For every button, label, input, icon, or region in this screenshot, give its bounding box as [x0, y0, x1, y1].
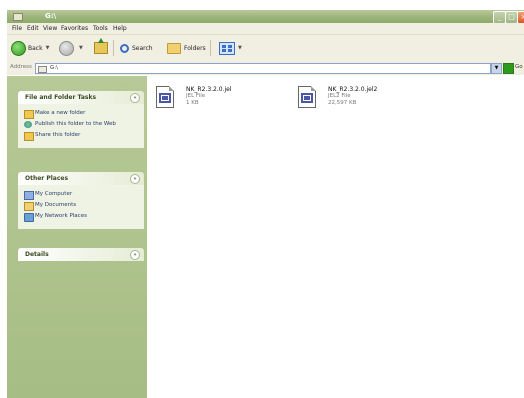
- title-bar: G:\ _ □ ×: [7, 10, 524, 24]
- file-type: JEL File: [186, 93, 206, 99]
- panel-header[interactable]: Details »: [18, 248, 144, 261]
- collapse-chevron-icon[interactable]: «: [130, 93, 140, 103]
- back-button[interactable]: Back ▼: [11, 40, 50, 56]
- go-button[interactable]: Go: [515, 64, 523, 70]
- back-arrow-icon: [11, 40, 26, 56]
- panel-header[interactable]: Other Places «: [18, 172, 144, 185]
- toolbar: Back ▼ ▼ Search Folders ▼: [7, 34, 524, 61]
- up-folder-icon: [94, 38, 108, 54]
- chevron-down-icon[interactable]: ▼: [79, 45, 83, 51]
- search-button[interactable]: Search: [120, 41, 153, 55]
- drive-icon: [38, 66, 47, 73]
- folders-label: Folders: [184, 44, 206, 52]
- place-label: My Network Places: [35, 213, 87, 219]
- views-icon: [219, 41, 235, 55]
- menu-file[interactable]: File: [12, 25, 22, 32]
- go-arrow-icon[interactable]: [503, 63, 514, 74]
- my-documents-link[interactable]: My Documents: [18, 202, 144, 211]
- make-new-folder-link[interactable]: Make a new folder: [18, 110, 144, 119]
- expand-chevron-icon[interactable]: »: [130, 250, 140, 260]
- task-pane: File and Folder Tasks « Make a new folde…: [7, 76, 147, 398]
- menu-help[interactable]: Help: [113, 25, 127, 32]
- task-label: Make a new folder: [35, 110, 86, 116]
- place-label: My Computer: [35, 191, 73, 197]
- search-icon: [120, 43, 129, 53]
- file-folder-tasks-panel: File and Folder Tasks « Make a new folde…: [18, 91, 144, 148]
- address-dropdown-button[interactable]: ▼: [491, 63, 502, 74]
- place-label: My Documents: [35, 202, 77, 208]
- file-size: 22,597 KB: [328, 100, 357, 106]
- up-button[interactable]: [94, 38, 108, 55]
- details-panel: Details »: [18, 248, 144, 261]
- file-size: 1 KB: [186, 100, 199, 106]
- panel-header[interactable]: File and Folder Tasks «: [18, 91, 144, 104]
- menu-edit[interactable]: Edit: [27, 25, 39, 32]
- file-name: NK_R2.3.2.0.jel2: [328, 86, 378, 93]
- views-button[interactable]: ▼: [219, 41, 242, 55]
- globe-icon: [24, 121, 32, 128]
- menu-favorites[interactable]: Favorites: [61, 25, 88, 32]
- window-icon: [13, 13, 23, 21]
- address-bar: Address G:\ ▼ Go: [7, 60, 524, 75]
- window-title: G:\: [45, 12, 57, 20]
- toolbar-separator: [113, 40, 114, 56]
- chevron-down-icon[interactable]: ▼: [46, 45, 50, 51]
- toolbar-separator: [210, 40, 211, 56]
- computer-icon: [24, 191, 34, 200]
- new-folder-icon: [24, 110, 34, 119]
- share-folder-icon: [24, 132, 34, 141]
- file-icon: [298, 86, 316, 108]
- file-name: NK_R2.3.2.0.jel: [186, 86, 232, 93]
- address-value: G:\: [50, 65, 58, 71]
- menu-tools[interactable]: Tools: [93, 25, 108, 32]
- share-folder-link[interactable]: Share this folder: [18, 132, 144, 141]
- menu-view[interactable]: View: [43, 25, 57, 32]
- file-icon: [156, 86, 174, 108]
- task-label: Share this folder: [35, 132, 81, 138]
- other-places-panel: Other Places « My Computer My Documents …: [18, 172, 144, 229]
- forward-arrow-icon: [59, 40, 74, 56]
- address-label: Address: [10, 64, 32, 70]
- panel-title: File and Folder Tasks: [25, 94, 97, 101]
- collapse-chevron-icon[interactable]: «: [130, 174, 140, 184]
- back-label: Back: [28, 44, 43, 52]
- file-item[interactable]: NK_R2.3.2.0.jel JEL File 1 KB: [156, 86, 276, 112]
- task-label: Publish this folder to the Web: [35, 121, 116, 127]
- chevron-down-icon[interactable]: ▼: [238, 45, 242, 51]
- file-type: JEL2 File: [328, 93, 351, 99]
- folders-icon: [167, 42, 181, 54]
- address-input[interactable]: G:\: [35, 63, 491, 74]
- file-item[interactable]: NK_R2.3.2.0.jel2 JEL2 File 22,597 KB: [298, 86, 418, 112]
- publish-folder-link[interactable]: Publish this folder to the Web: [18, 121, 144, 130]
- menu-bar: File Edit View Favorites Tools Help: [7, 23, 524, 34]
- panel-title: Details: [25, 251, 49, 258]
- folders-button[interactable]: Folders: [167, 41, 206, 55]
- documents-icon: [24, 202, 34, 211]
- search-label: Search: [132, 44, 153, 52]
- panel-title: Other Places: [25, 175, 69, 182]
- network-icon: [24, 213, 34, 222]
- forward-button[interactable]: ▼: [59, 40, 83, 56]
- my-computer-link[interactable]: My Computer: [18, 191, 144, 200]
- my-network-places-link[interactable]: My Network Places: [18, 213, 144, 222]
